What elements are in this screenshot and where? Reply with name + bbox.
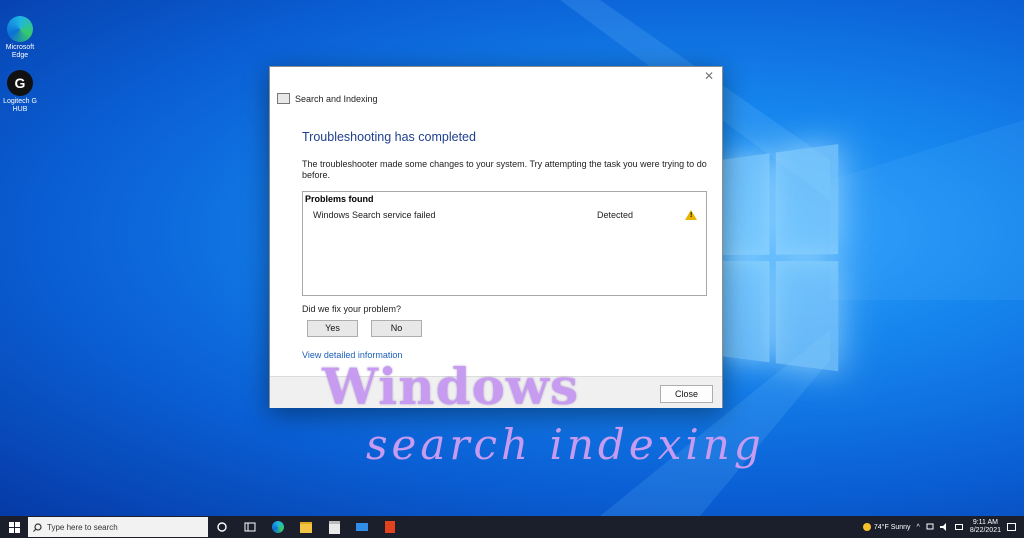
search-placeholder: Type here to search	[47, 522, 118, 532]
overlay-title: Windows	[322, 357, 580, 416]
notifications-icon[interactable]	[1007, 522, 1016, 532]
desktop-icon-label: Logitech G HUB	[3, 98, 37, 113]
problem-name: Windows Search service failed	[313, 210, 436, 220]
close-icon[interactable]: ✕	[704, 69, 714, 83]
warning-icon: !	[685, 210, 697, 220]
network-icon[interactable]	[926, 523, 934, 531]
clock[interactable]: 9:11 AM 8/22/2021	[970, 519, 1001, 535]
edge-icon	[7, 16, 33, 42]
taskbar-search-input[interactable]: Type here to search	[28, 517, 208, 537]
edge-icon	[272, 521, 284, 533]
problems-list: Problems found Windows Search service fa…	[302, 191, 707, 296]
store-icon	[328, 520, 340, 534]
taskbar-office[interactable]	[376, 516, 404, 538]
close-button[interactable]: Close	[660, 385, 713, 403]
start-button[interactable]	[0, 516, 28, 538]
dialog-heading: Troubleshooting has completed	[302, 130, 476, 144]
weather-widget[interactable]: 74°F Sunny	[862, 523, 911, 531]
taskbar-mail[interactable]	[348, 516, 376, 538]
cortana-icon	[217, 522, 227, 532]
folder-icon	[300, 521, 312, 533]
overlay-subtitle: search indexing	[366, 420, 765, 469]
yes-button[interactable]: Yes	[307, 320, 358, 337]
taskbar-edge[interactable]	[264, 516, 292, 538]
cortana-button[interactable]	[208, 516, 236, 538]
office-icon	[385, 521, 395, 533]
windows-logo-wallpaper	[720, 144, 839, 376]
taskbar-file-explorer[interactable]	[292, 516, 320, 538]
battery-icon[interactable]	[954, 523, 964, 531]
taskbar-store[interactable]	[320, 516, 348, 538]
problem-status: Detected	[597, 210, 634, 220]
problems-header: Problems found	[305, 194, 374, 204]
desktop-icon-edge[interactable]: Microsoft Edge	[2, 16, 38, 60]
windows-start-icon	[8, 521, 20, 533]
volume-icon[interactable]	[939, 523, 949, 531]
clock-time: 9:11 AM	[972, 519, 998, 526]
troubleshooter-icon	[277, 93, 290, 104]
chevron-up-icon[interactable]: ^	[917, 524, 920, 531]
desktop-icon-label: Microsoft Edge	[5, 44, 35, 59]
logitech-g-icon: G	[7, 70, 33, 96]
no-button[interactable]: No	[371, 320, 422, 337]
desktop-icon-logitech[interactable]: G Logitech G HUB	[2, 70, 38, 114]
sun-icon	[862, 523, 871, 531]
dialog-description: The troubleshooter made some changes to …	[302, 159, 707, 180]
search-icon	[33, 522, 42, 532]
dialog-title-text: Search and Indexing	[295, 93, 378, 104]
dialog-title: Search and Indexing	[277, 93, 378, 104]
taskbar: Type here to search 74°F Sunny ^ 9:11 AM…	[0, 516, 1024, 538]
mail-icon	[356, 523, 368, 531]
system-tray: 74°F Sunny ^ 9:11 AM 8/22/2021	[862, 516, 1024, 538]
weather-text: 74°F Sunny	[873, 523, 911, 531]
task-view-icon	[244, 522, 256, 532]
fix-question: Did we fix your problem?	[302, 304, 402, 314]
clock-date: 8/22/2021	[969, 527, 1001, 534]
task-view-button[interactable]	[236, 516, 264, 538]
